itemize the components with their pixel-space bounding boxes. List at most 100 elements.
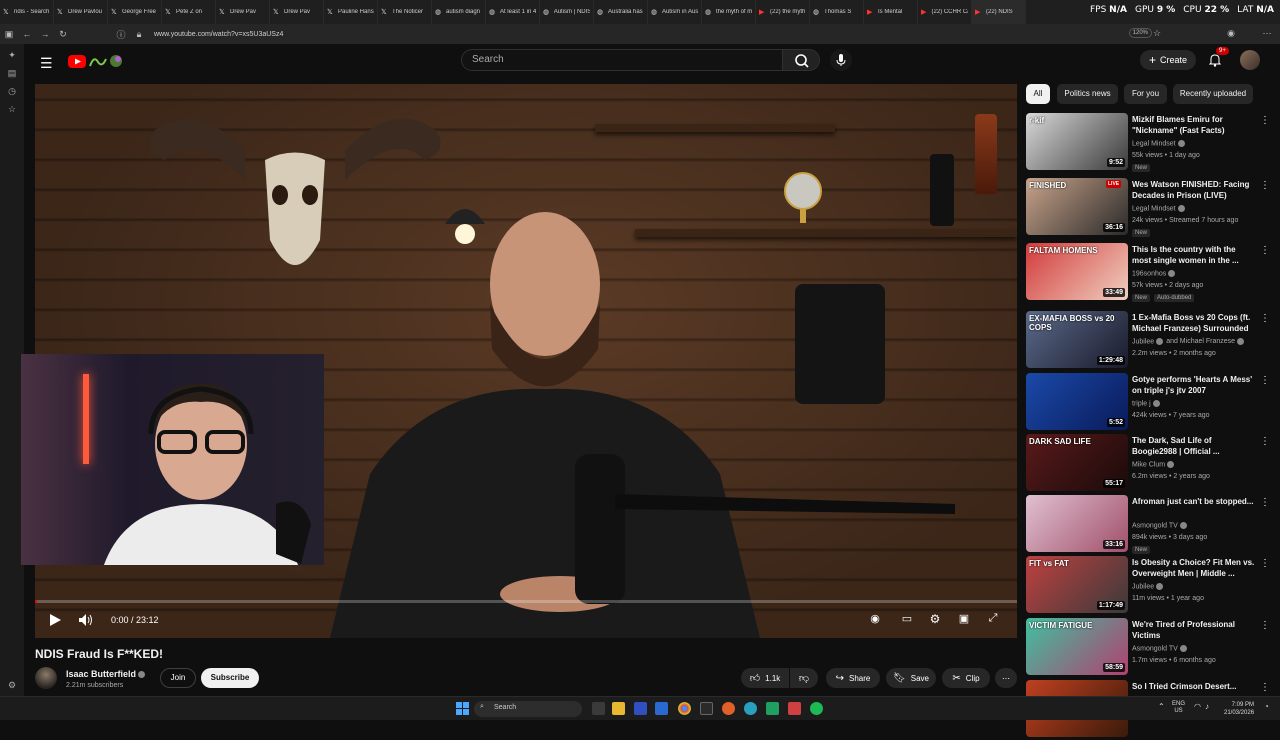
- forward-icon[interactable]: →: [36, 29, 54, 39]
- more-vert-icon[interactable]: ⋮: [1260, 497, 1270, 508]
- recommended-video[interactable]: DARK SAD LIFE 55:17 The Dark, Sad Life of …: [1026, 434, 1274, 494]
- captions-icon[interactable]: ▭: [899, 612, 915, 628]
- video-thumbnail[interactable]: r-kif 9:52: [1026, 113, 1128, 170]
- browser-tab[interactable]: ▶ Is Mental: [864, 0, 918, 24]
- notification-center-icon[interactable]: ◔: [1264, 702, 1269, 711]
- recommended-video[interactable]: FIT vs FAT 1:17:49 Is Obesity a Choice? Fi…: [1026, 556, 1274, 616]
- more-vert-icon[interactable]: ⋮: [1260, 115, 1270, 126]
- like-button[interactable]: 👍︎ 1.1k: [741, 668, 789, 688]
- profile-icon[interactable]: ◉: [1222, 28, 1240, 39]
- browser-tab[interactable]: ◍ Autism in Aus: [648, 0, 702, 24]
- back-icon[interactable]: ←: [18, 29, 36, 39]
- chip-recently-uploaded[interactable]: Recently uploaded: [1173, 84, 1253, 104]
- browser-tab[interactable]: 𝕏 Drew Pav: [270, 0, 324, 24]
- voice-search-button[interactable]: [830, 49, 852, 71]
- taskbar-search[interactable]: ⌕ Search: [474, 701, 582, 717]
- language-indicator[interactable]: ENG US: [1172, 701, 1185, 715]
- youtube-logo[interactable]: [68, 53, 126, 71]
- search-input[interactable]: Search: [461, 49, 782, 71]
- more-actions-button[interactable]: ⋯: [995, 668, 1017, 688]
- firefox-icon[interactable]: [722, 702, 735, 715]
- recommended-video-title[interactable]: The Dark, Sad Life of Boogie2988 | Offic…: [1132, 435, 1256, 457]
- more-vert-icon[interactable]: ⋮: [1260, 245, 1270, 256]
- app-icon[interactable]: [700, 702, 713, 715]
- browser-tab[interactable]: 𝕏 Pete Z on: [162, 0, 216, 24]
- video-thumbnail[interactable]: 5:52: [1026, 373, 1128, 430]
- dislike-button[interactable]: 👎︎: [790, 668, 818, 688]
- site-info-icon[interactable]: ⓘ: [112, 28, 130, 41]
- recommended-video-title[interactable]: Afroman just can't be stopped...: [1132, 496, 1256, 507]
- recommended-channel[interactable]: Jubilee: [1132, 583, 1164, 590]
- windows-start-icon[interactable]: [456, 702, 469, 715]
- recommended-channel[interactable]: Mike Clum: [1132, 461, 1175, 468]
- recommended-video-title[interactable]: 1 Ex-Mafia Boss vs 20 Cops (ft. Michael …: [1132, 312, 1256, 334]
- collections-icon[interactable]: ▤: [0, 64, 24, 82]
- spotify-icon[interactable]: [810, 702, 823, 715]
- browser-tab[interactable]: ◍ Australia has: [594, 0, 648, 24]
- browser-tab[interactable]: 𝕏 Drew Pav: [216, 0, 270, 24]
- clip-button[interactable]: ✂ Clip: [942, 668, 990, 688]
- recommended-video-title[interactable]: This Is the country with the most single…: [1132, 244, 1256, 266]
- task-view-icon[interactable]: [592, 702, 605, 715]
- progress-bar[interactable]: [35, 600, 1017, 603]
- video-thumbnail[interactable]: FIT vs FAT 1:17:49: [1026, 556, 1128, 613]
- channel-avatar[interactable]: [35, 667, 57, 689]
- settings-menu-icon[interactable]: ⋯: [1258, 28, 1276, 39]
- video-thumbnail[interactable]: 33:16: [1026, 495, 1128, 552]
- url-field[interactable]: www.youtube.com/watch?v=xs5U3aUSz4: [154, 31, 283, 38]
- browser-tab[interactable]: 𝕏 Drew Pavlou: [54, 0, 108, 24]
- more-vert-icon[interactable]: ⋮: [1260, 436, 1270, 447]
- history-icon[interactable]: ◷: [0, 82, 24, 100]
- more-vert-icon[interactable]: ⋮: [1260, 558, 1270, 569]
- recommended-video-title[interactable]: We're Tired of Professional Victims: [1132, 619, 1256, 641]
- sidebar-settings-icon[interactable]: ⚙: [0, 676, 24, 694]
- app-icon[interactable]: [788, 702, 801, 715]
- chip-for-you[interactable]: For you: [1124, 84, 1167, 104]
- favorites-icon[interactable]: ☆: [0, 100, 24, 118]
- browser-tab[interactable]: ▶ (22) CCHR Ca: [918, 0, 972, 24]
- video-thumbnail[interactable]: VICTIM FATIGUE 58:59: [1026, 618, 1128, 675]
- browser-tab[interactable]: 𝕏 George Free: [108, 0, 162, 24]
- recommended-video-title[interactable]: So I Tried Crimson Desert...: [1132, 681, 1256, 692]
- save-button[interactable]: 🔖︎ Save: [886, 668, 936, 688]
- more-vert-icon[interactable]: ⋮: [1260, 180, 1270, 191]
- recommended-channel[interactable]: triple j: [1132, 400, 1160, 407]
- browser-tab[interactable]: ◍ Autism | NDIS: [540, 0, 594, 24]
- app-icon[interactable]: [634, 702, 647, 715]
- subscribe-button[interactable]: Subscribe: [201, 668, 259, 688]
- share-button[interactable]: ↪ Share: [826, 668, 880, 688]
- speaker-icon[interactable]: ♪: [1205, 702, 1209, 711]
- edge-icon[interactable]: [744, 702, 757, 715]
- favorite-icon[interactable]: ☆: [1148, 28, 1166, 39]
- more-vert-icon[interactable]: ⋮: [1260, 620, 1270, 631]
- fullscreen-icon[interactable]: ⤢: [985, 612, 1001, 628]
- chip-all[interactable]: All: [1026, 84, 1050, 104]
- search-button[interactable]: [782, 49, 820, 71]
- sidebar-toggle-icon[interactable]: ▣: [0, 29, 18, 40]
- channel-name[interactable]: Isaac Butterfield: [66, 669, 146, 679]
- app-icon[interactable]: [766, 702, 779, 715]
- account-avatar[interactable]: [1240, 50, 1260, 70]
- recommended-channel[interactable]: Legal Mindset: [1132, 140, 1185, 147]
- settings-gear-icon[interactable]: ⚙: [927, 612, 943, 628]
- recommended-channel[interactable]: Asmongold TV: [1132, 645, 1187, 652]
- browser-tab[interactable]: 𝕏 The Noticer: [378, 0, 432, 24]
- app-icon[interactable]: [655, 702, 668, 715]
- recommended-video-title[interactable]: Gotye performs 'Hearts A Mess' on triple…: [1132, 374, 1256, 396]
- recommended-video[interactable]: 33:16 Afroman just can't be stopped... Asm…: [1026, 495, 1274, 555]
- recommended-video[interactable]: FALTAM HOMENS 33:49 This Is the country wi…: [1026, 243, 1274, 303]
- recommended-video-title[interactable]: Is Obesity a Choice? Fit Men vs. Overwei…: [1132, 557, 1256, 579]
- browser-tab[interactable]: ◍ autism diagn: [432, 0, 486, 24]
- video-thumbnail[interactable]: FINISHED 36:16 LIVE: [1026, 178, 1128, 235]
- video-thumbnail[interactable]: DARK SAD LIFE 55:17: [1026, 434, 1128, 491]
- volume-icon[interactable]: [77, 612, 95, 628]
- recommended-channel[interactable]: Jubilee and Michael Franzese: [1132, 338, 1245, 345]
- hamburger-menu-icon[interactable]: ☰: [40, 56, 54, 70]
- taskbar-clock[interactable]: 7:09 PM 21/03/2026: [1224, 701, 1254, 717]
- recommended-video[interactable]: 5:52 Gotye performs 'Hearts A Mess' on tr…: [1026, 373, 1274, 433]
- copilot-icon[interactable]: ✦: [0, 46, 24, 64]
- browser-tab[interactable]: ▶ (22) the myth: [756, 0, 810, 24]
- recommended-channel[interactable]: Asmongold TV: [1132, 522, 1187, 529]
- browser-tab[interactable]: ◍ the myth of m: [702, 0, 756, 24]
- join-button[interactable]: Join: [160, 668, 196, 688]
